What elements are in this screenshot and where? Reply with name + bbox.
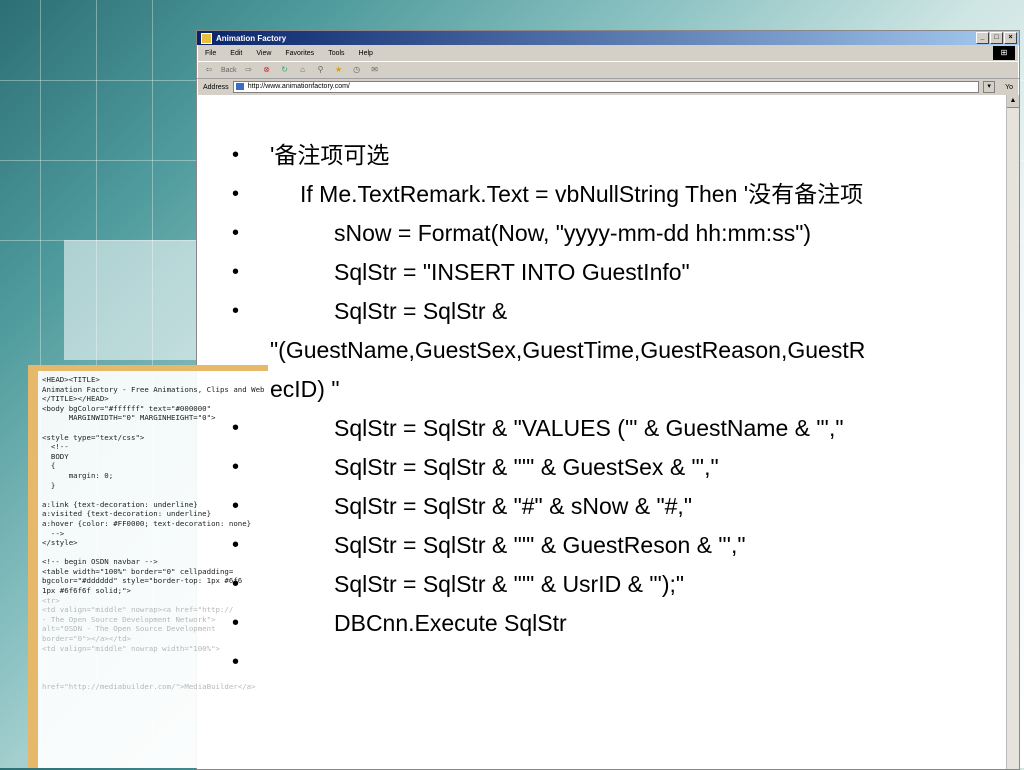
address-dropdown[interactable]: ▾	[983, 81, 996, 93]
list-item: SqlStr = "INSERT INTO GuestInfo"	[228, 253, 1018, 292]
menu-edit[interactable]: Edit	[230, 50, 242, 57]
list-item: SqlStr = SqlStr & "#" & sNow & "#,"	[228, 487, 1018, 526]
list-item: SqlStr = SqlStr & "'" & GuestReson & "',…	[228, 526, 1018, 565]
list-item: sNow = Format(Now, "yyyy-mm-dd hh:mm:ss"…	[228, 214, 1018, 253]
address-input[interactable]: http://www.animationfactory.com/	[232, 81, 980, 93]
list-item: If Me.TextRemark.Text = vbNullString The…	[228, 175, 1018, 214]
go-button[interactable]: Yo	[999, 84, 1019, 91]
menu-file[interactable]: File	[205, 50, 216, 57]
menu-help[interactable]: Help	[359, 50, 373, 57]
slide-bullet-list: '备注项可选 If Me.TextRemark.Text = vbNullStr…	[228, 136, 1018, 682]
stop-icon[interactable]: ⊗	[261, 65, 273, 75]
menu-view[interactable]: View	[256, 50, 271, 57]
minimize-button[interactable]: _	[976, 32, 989, 44]
back-arrow-icon[interactable]: ⇦	[203, 65, 215, 75]
window-title: Animation Factory	[216, 33, 287, 43]
list-item: SqlStr = SqlStr & "(GuestName,GuestSex,G…	[228, 292, 1018, 409]
page-icon	[235, 83, 244, 90]
menu-favorites[interactable]: Favorites	[285, 50, 314, 57]
maximize-button[interactable]: □	[990, 32, 1003, 44]
close-button[interactable]: ×	[1004, 32, 1017, 44]
address-bar: Address http://www.animationfactory.com/…	[197, 79, 1019, 96]
back-button-label[interactable]: Back	[221, 67, 237, 74]
search-icon[interactable]: ⚲	[315, 65, 327, 75]
app-icon	[201, 32, 212, 44]
forward-arrow-icon[interactable]: ⇨	[243, 65, 255, 75]
list-item: SqlStr = SqlStr & "VALUES ('" & GuestNam…	[228, 409, 1018, 448]
menu-tools[interactable]: Tools	[328, 50, 344, 57]
favorites-icon[interactable]: ★	[333, 65, 345, 75]
list-item: SqlStr = SqlStr & "'" & UsrID & "');"	[228, 565, 1018, 604]
address-label: Address	[203, 83, 229, 91]
browser-titlebar: Animation Factory _ □ ×	[197, 31, 1019, 45]
list-item: SqlStr = SqlStr & "'" & GuestSex & "',"	[228, 448, 1018, 487]
menu-bar: File Edit View Favorites Tools Help ⊞	[197, 45, 1019, 62]
address-value: http://www.animationfactory.com/	[247, 83, 350, 90]
code-line: href="http://mediabuilder.com/">MediaBui…	[42, 682, 256, 691]
list-item: '备注项可选	[228, 136, 1018, 175]
home-icon[interactable]: ⌂	[297, 65, 309, 75]
windows-logo-icon: ⊞	[993, 46, 1015, 60]
toolbar: ⇦ Back ⇨ ⊗ ↻ ⌂ ⚲ ★ ◷ ✉	[197, 62, 1019, 79]
list-item: DBCnn.Execute SqlStr	[228, 604, 1018, 643]
scroll-up-icon[interactable]: ▲	[1007, 95, 1019, 108]
history-icon[interactable]: ◷	[351, 65, 363, 75]
refresh-icon[interactable]: ↻	[279, 65, 291, 75]
mail-icon[interactable]: ✉	[369, 65, 381, 75]
